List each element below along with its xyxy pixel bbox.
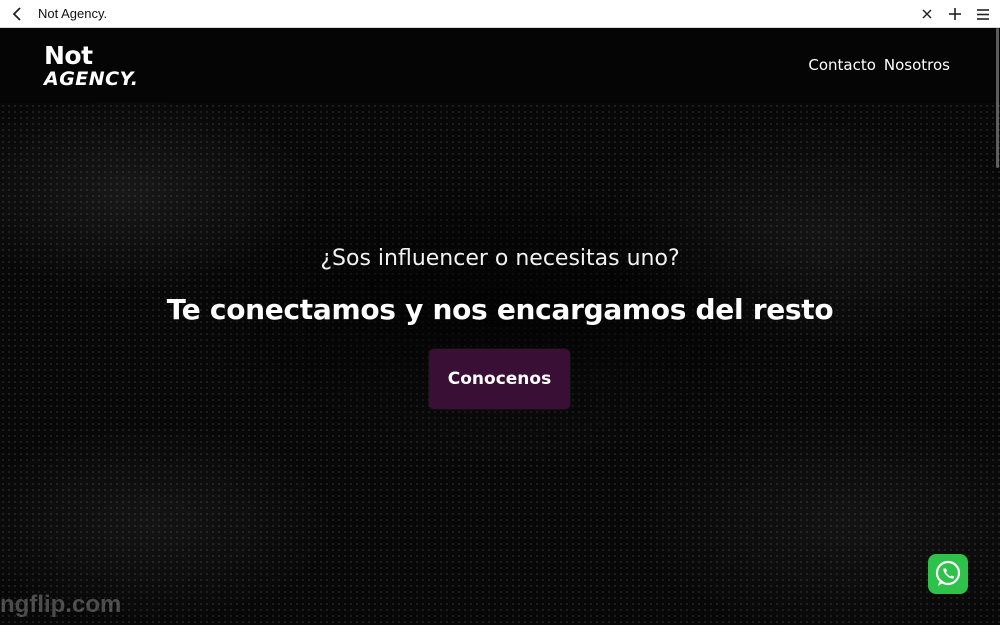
hero-subtitle: ¿Sos influencer o necesitas uno?	[320, 246, 680, 271]
close-icon	[922, 9, 932, 19]
new-tab-button[interactable]	[946, 4, 964, 24]
window-title: Not Agency.	[38, 6, 108, 21]
chevron-left-icon	[12, 7, 21, 21]
watermark-text: ngflip.com	[0, 591, 122, 618]
conocenos-button[interactable]: Conocenos	[429, 349, 570, 409]
browser-toolbar: Not Agency.	[0, 0, 1000, 28]
hero-headline: Te conectamos y nos encargamos del resto	[166, 293, 834, 326]
back-button[interactable]	[8, 4, 26, 24]
plus-icon	[949, 8, 961, 20]
whatsapp-button[interactable]	[928, 554, 968, 594]
scrollbar[interactable]	[996, 28, 999, 168]
close-button[interactable]	[918, 4, 936, 24]
whatsapp-icon	[935, 560, 961, 586]
menu-button[interactable]	[974, 4, 992, 24]
menu-icon	[977, 8, 989, 20]
hero-section: ¿Sos influencer o necesitas uno? Te cone…	[0, 28, 1000, 625]
browser-actions	[918, 4, 992, 24]
page: Not AGENCY. Contacto Nosotros ¿Sos influ…	[0, 28, 1000, 625]
